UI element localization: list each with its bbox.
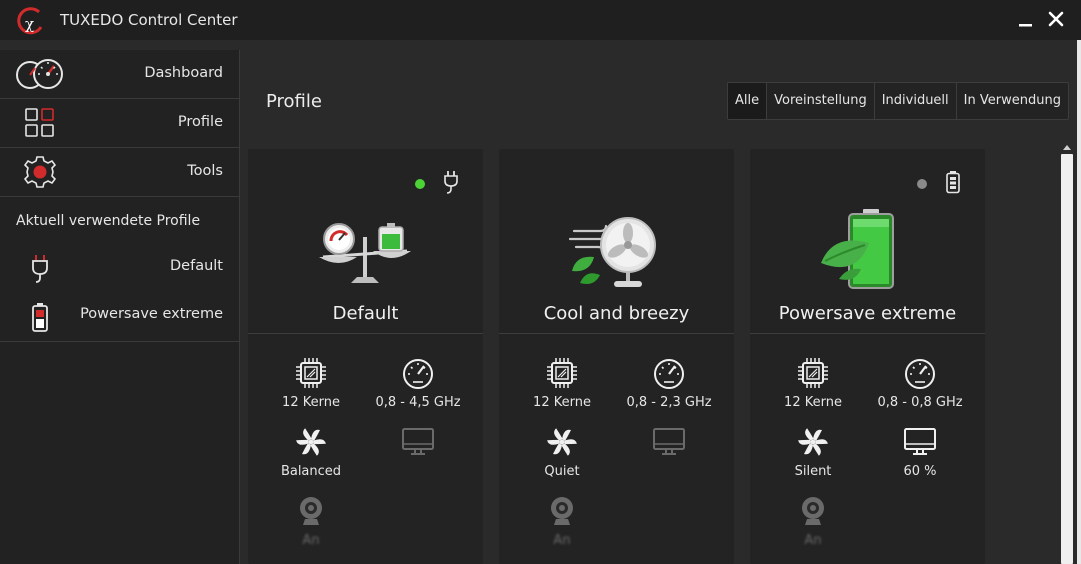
ac-plug-icon	[444, 171, 458, 194]
monitor-icon	[653, 428, 685, 455]
display-brightness-stat	[614, 425, 724, 464]
used-profile-label: Default	[170, 258, 223, 274]
battery-low-icon	[32, 303, 48, 332]
inactive-status-dot	[917, 179, 927, 189]
display-brightness-value: 60 %	[903, 464, 937, 479]
webcam-stat: An	[256, 494, 366, 548]
sidebar-item-label: Dashboard	[144, 65, 223, 81]
sidebar-item-profile[interactable]: Profile	[0, 99, 239, 148]
webcam-value: An	[804, 533, 822, 548]
cpu-chip-icon	[547, 358, 577, 388]
fan-icon	[798, 428, 828, 456]
used-profile-powersave[interactable]: Powersave extreme	[0, 293, 239, 342]
monitor-icon	[904, 428, 936, 455]
filter-in-use-button[interactable]: In Verwendung	[957, 83, 1068, 119]
cpu-cores-value: 12 Kerne	[784, 395, 842, 410]
active-status-dot	[415, 179, 425, 189]
scrollbar-thumb[interactable]	[1061, 154, 1073, 564]
cpu-frequency-stat: 0,8 - 0,8 GHz	[865, 356, 975, 410]
svg-text:χ: χ	[25, 15, 34, 33]
profile-card-title: Default	[332, 303, 399, 324]
title-bar: χ TUXEDO Control Center	[0, 0, 1081, 40]
cpu-frequency-stat: 0,8 - 2,3 GHz	[614, 356, 724, 410]
webcam-value: An	[302, 533, 320, 548]
card-divider	[499, 333, 734, 334]
ac-plug-icon	[32, 255, 48, 283]
cpu-chip-icon	[296, 358, 326, 388]
fan-wind-leaf-illustration	[568, 217, 656, 287]
dashboard-gauges-icon	[16, 59, 63, 89]
monitor-icon	[402, 428, 434, 455]
fan-profile-stat: Quiet	[507, 425, 617, 479]
fan-profile-value: Silent	[794, 464, 832, 479]
fan-profile-value: Balanced	[280, 464, 342, 479]
fan-icon	[547, 428, 577, 456]
cpu-frequency-value: 0,8 - 2,3 GHz	[626, 395, 712, 410]
cpu-frequency-value: 0,8 - 4,5 GHz	[375, 395, 461, 410]
window-title: TUXEDO Control Center	[60, 11, 238, 29]
used-profile-label: Powersave extreme	[80, 306, 223, 322]
cpu-cores-stat: 12 Kerne	[507, 356, 617, 410]
scale-gauge-battery-illustration	[319, 223, 411, 283]
cpu-frequency-value: 0,8 - 0,8 GHz	[877, 395, 963, 410]
card-divider	[248, 333, 483, 334]
page-title: Profile	[266, 91, 322, 112]
minimize-icon[interactable]	[1015, 8, 1037, 30]
profile-card-powersave-extreme[interactable]: Powersave extreme 12 Kerne 0,8 - 0,8 GHz…	[750, 149, 985, 564]
card-divider	[750, 333, 985, 334]
filter-preset-button[interactable]: Voreinstellung	[767, 83, 875, 119]
tuxedo-logo-icon: χ	[17, 7, 43, 35]
speedometer-icon	[654, 359, 684, 389]
webcam-icon	[551, 497, 573, 525]
filter-all-button[interactable]: Alle	[728, 83, 768, 119]
speedometer-icon	[905, 359, 935, 389]
profile-card-title: Powersave extreme	[778, 303, 957, 324]
fan-profile-value: Quiet	[544, 464, 580, 479]
webcam-stat: An	[507, 494, 617, 548]
close-icon[interactable]	[1045, 8, 1067, 30]
display-brightness-stat: 60 %	[865, 425, 975, 479]
webcam-value: An	[553, 533, 571, 548]
cpu-cores-value: 12 Kerne	[533, 395, 591, 410]
cpu-cores-value: 12 Kerne	[282, 395, 340, 410]
fan-icon	[296, 428, 326, 456]
sidebar: Dashboard Profile Tools Aktuell verwende…	[0, 50, 240, 564]
profile-card-title: Cool and breezy	[543, 303, 690, 324]
used-profile-default[interactable]: Default	[0, 245, 239, 293]
profile-filter-toggle: Alle Voreinstellung Individuell In Verwe…	[727, 82, 1069, 120]
used-profiles-heading: Aktuell verwendete Profile	[0, 197, 239, 245]
speedometer-icon	[403, 359, 433, 389]
cpu-frequency-stat: 0,8 - 4,5 GHz	[363, 356, 473, 410]
sidebar-item-dashboard[interactable]: Dashboard	[0, 50, 239, 99]
used-profiles-title: Aktuell verwendete Profile	[16, 213, 201, 229]
battery-icon	[946, 171, 960, 194]
tools-gear-icon	[23, 156, 57, 188]
fan-profile-stat: Balanced	[256, 425, 366, 479]
webcam-icon	[802, 497, 824, 525]
profile-card-cool-and-breezy[interactable]: Cool and breezy 12 Kerne 0,8 - 2,3 GHz Q…	[499, 149, 734, 564]
filter-custom-button[interactable]: Individuell	[875, 83, 957, 119]
sidebar-item-label: Profile	[177, 114, 223, 130]
scroll-up-arrow-icon[interactable]	[1063, 142, 1071, 152]
sidebar-item-tools[interactable]: Tools	[0, 148, 239, 197]
profiles-grid-icon	[25, 108, 54, 137]
cpu-chip-icon	[798, 358, 828, 388]
window-edge	[1077, 40, 1081, 564]
sidebar-item-label: Tools	[187, 163, 223, 179]
webcam-icon	[300, 497, 322, 525]
fan-profile-stat: Silent	[758, 425, 868, 479]
display-brightness-stat	[363, 425, 473, 464]
profile-card-default[interactable]: Default 12 Kerne 0,8 - 4,5 GHz Balanced …	[248, 149, 483, 564]
green-battery-leaf-illustration	[821, 209, 894, 289]
webcam-stat: An	[758, 494, 868, 548]
cpu-cores-stat: 12 Kerne	[256, 356, 366, 410]
cpu-cores-stat: 12 Kerne	[758, 356, 868, 410]
